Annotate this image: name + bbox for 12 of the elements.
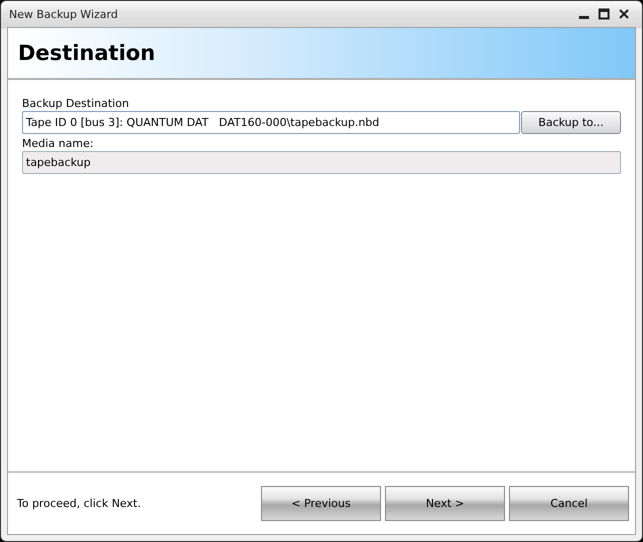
maximize-icon[interactable] xyxy=(598,8,610,20)
wizard-button[interactable]: Next > xyxy=(385,486,505,521)
hint-text: To proceed, click Next. xyxy=(17,497,142,510)
close-icon[interactable] xyxy=(618,8,630,20)
wizard-button[interactable]: Cancel xyxy=(509,486,629,521)
wizard-button[interactable]: < Previous xyxy=(261,486,381,521)
window-title: New Backup Wizard xyxy=(8,8,119,20)
field-label: Backup Destination xyxy=(22,96,130,111)
field-label: Media name: xyxy=(22,136,94,151)
input-field[interactable]: Tape ID 0 [bus 3]: QUANTUM DAT DAT160-000\tapebackup.nbd xyxy=(22,111,520,134)
page-title: Destination xyxy=(18,41,156,65)
browse-button[interactable]: Backup to... xyxy=(521,111,621,134)
